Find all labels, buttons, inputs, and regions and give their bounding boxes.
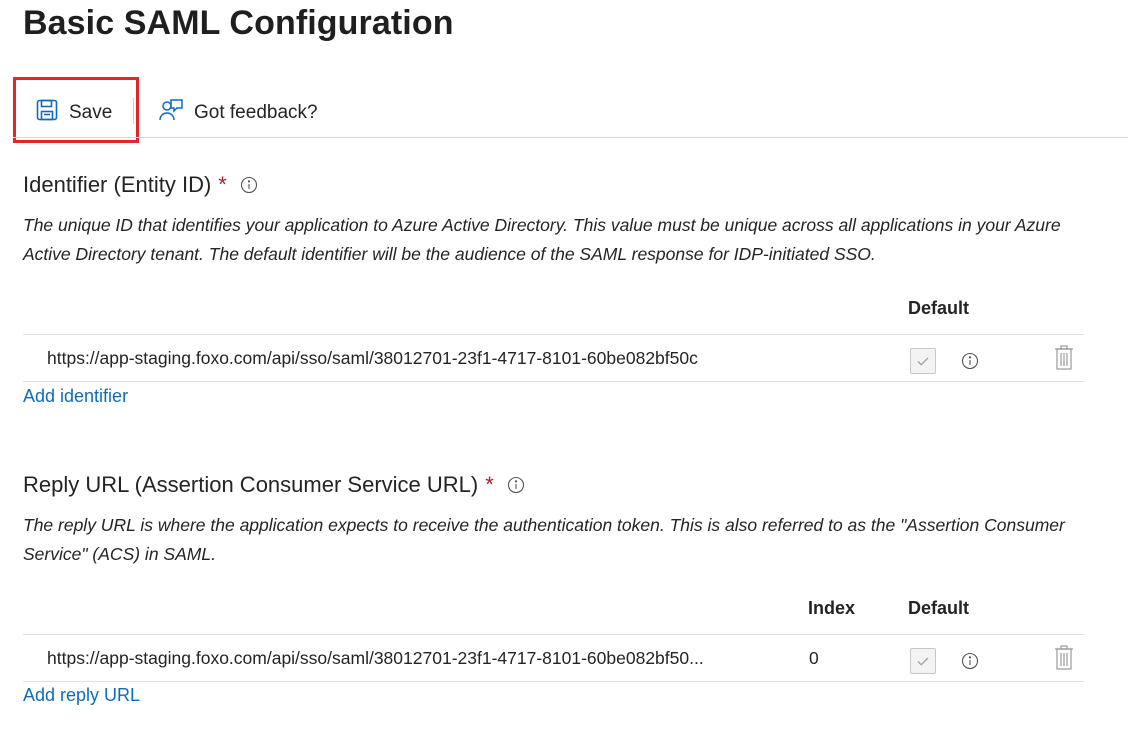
reply-url-title-text: Reply URL (Assertion Consumer Service UR…	[23, 472, 479, 497]
table-divider	[23, 681, 1084, 682]
table-divider	[23, 634, 1084, 635]
save-button[interactable]: Save	[35, 98, 112, 128]
default-info-icon[interactable]	[961, 352, 979, 375]
page-title: Basic SAML Configuration	[23, 4, 454, 42]
identifier-url-value[interactable]: https://app-staging.foxo.com/api/sso/sam…	[47, 348, 698, 369]
toolbar-separator	[133, 98, 134, 124]
delete-reply-url-trash-icon[interactable]	[1054, 645, 1074, 676]
feedback-button[interactable]: Got feedback?	[158, 97, 318, 129]
save-icon	[35, 98, 59, 128]
required-marker: *	[485, 472, 494, 497]
reply-url-index-value[interactable]: 0	[809, 648, 819, 669]
save-label: Save	[69, 102, 113, 123]
table-divider	[23, 334, 1084, 335]
checkmark-icon	[917, 357, 929, 366]
feedback-label: Got feedback?	[194, 102, 318, 123]
reply-url-value[interactable]: https://app-staging.foxo.com/api/sso/sam…	[47, 648, 704, 669]
feedback-icon	[158, 97, 184, 129]
delete-identifier-trash-icon[interactable]	[1054, 345, 1074, 376]
table-divider	[23, 381, 1084, 382]
add-reply-url-link[interactable]: Add reply URL	[23, 685, 140, 706]
toolbar-divider	[13, 137, 1128, 138]
checkmark-icon	[917, 657, 929, 666]
reply-url-default-checkbox[interactable]	[910, 648, 936, 674]
reply-url-description: The reply URL is where the application e…	[23, 515, 1065, 564]
identifier-description: The unique ID that identifies your appli…	[23, 215, 1061, 264]
info-icon[interactable]	[240, 176, 258, 194]
add-identifier-link[interactable]: Add identifier	[23, 386, 128, 407]
identifier-section-title: Identifier (Entity ID) *	[23, 172, 258, 198]
identifier-default-column-header: Default	[908, 298, 970, 318]
reply-url-section-title: Reply URL (Assertion Consumer Service UR…	[23, 472, 525, 498]
identifier-default-checkbox[interactable]	[910, 348, 936, 374]
reply-url-index-column-header: Index	[808, 598, 856, 618]
identifier-title-text: Identifier (Entity ID)	[23, 172, 212, 197]
reply-url-default-column-header: Default	[908, 598, 970, 618]
info-icon[interactable]	[507, 476, 525, 494]
default-info-icon[interactable]	[961, 652, 979, 675]
required-marker: *	[218, 172, 227, 197]
